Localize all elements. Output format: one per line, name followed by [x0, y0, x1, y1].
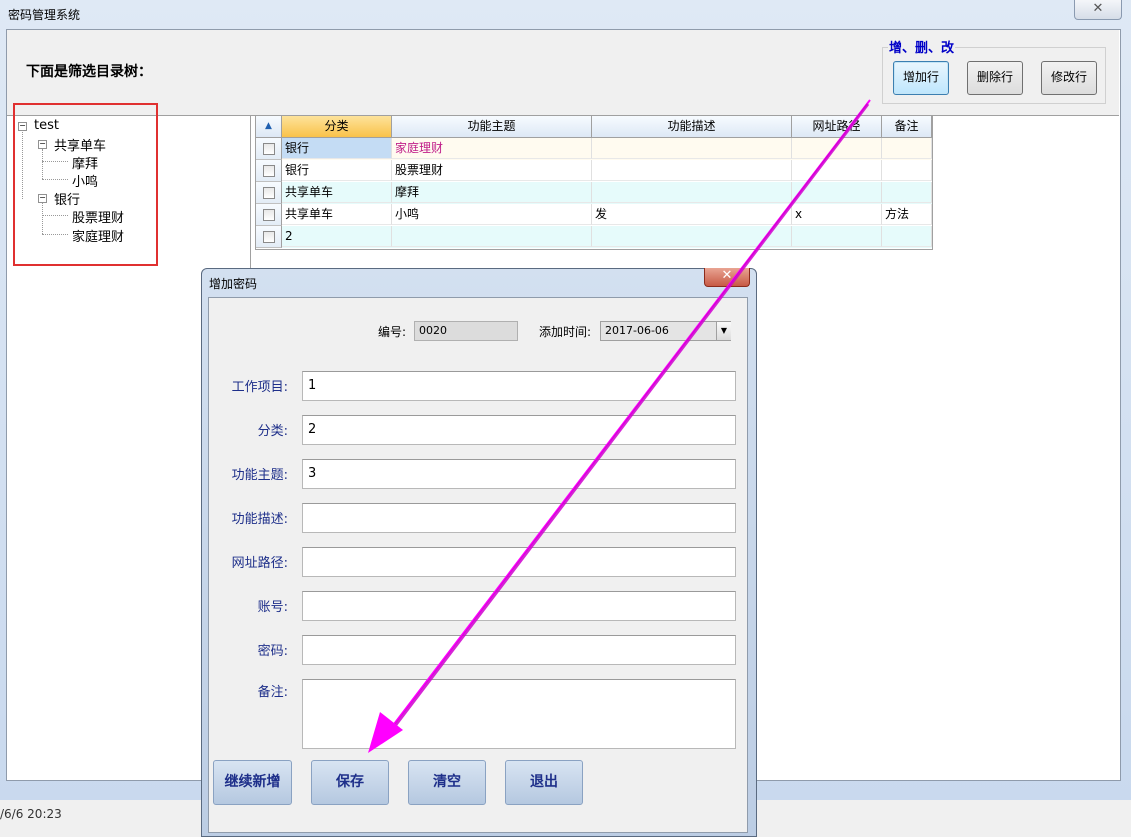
row-header [256, 138, 282, 160]
url-input[interactable] [302, 547, 736, 577]
column-header-url[interactable]: 网址路径 [792, 116, 882, 138]
clear-button[interactable]: 清空 [408, 760, 486, 805]
table-cell[interactable]: 小鸣 [392, 204, 592, 225]
row-checkbox[interactable] [263, 231, 275, 243]
lock-icon: ▲ [256, 116, 282, 138]
dialog-close-button[interactable]: ✕ [704, 268, 750, 287]
topic-input[interactable]: 3 [302, 459, 736, 489]
table-cell[interactable] [592, 182, 792, 203]
note-label: 备注: [257, 685, 288, 700]
password-label: 密码: [257, 644, 288, 659]
column-header-topic[interactable]: 功能主题 [392, 116, 592, 138]
account-input[interactable] [302, 591, 736, 621]
row-header [256, 226, 282, 248]
table-cell[interactable]: 发 [592, 204, 792, 225]
add-time-picker[interactable]: 2017-06-06 [600, 321, 731, 341]
account-label: 账号: [257, 600, 288, 615]
table-row[interactable]: 银行 家庭理财 [256, 138, 932, 160]
row-header [256, 160, 282, 182]
table-cell[interactable]: 银行 [282, 160, 392, 181]
column-header-description[interactable]: 功能描述 [592, 116, 792, 138]
table-row[interactable]: 银行 股票理财 [256, 160, 932, 182]
continue-add-button[interactable]: 继续新增 [213, 760, 292, 805]
window-title: 密码管理系统 [8, 8, 81, 22]
table-cell[interactable] [592, 138, 792, 159]
table-cell[interactable] [792, 138, 882, 159]
data-grid: ▲ 分类 功能主题 功能描述 网址路径 备注 银行 家庭理财 银行 股票理财 共… [255, 115, 933, 250]
description-label: 功能描述: [231, 512, 288, 527]
table-cell[interactable] [792, 226, 882, 247]
tree-heading: 下面是筛选目录树： [26, 64, 152, 80]
add-time-label: 添加时间: [539, 325, 592, 339]
column-header-note[interactable]: 备注 [882, 116, 932, 138]
table-cell[interactable]: 方法 [882, 204, 932, 225]
add-row-button[interactable]: 增加行 [893, 61, 949, 95]
table-cell[interactable] [592, 226, 792, 247]
row-checkbox[interactable] [263, 165, 275, 177]
row-header [256, 204, 282, 226]
table-row[interactable]: 共享单车 小鸣 发 x 方法 [256, 204, 932, 226]
work-item-label: 工作项目: [231, 380, 288, 395]
table-cell[interactable] [882, 138, 932, 159]
password-input[interactable] [302, 635, 736, 665]
table-cell[interactable] [882, 226, 932, 247]
row-header [256, 182, 282, 204]
row-checkbox[interactable] [263, 187, 275, 199]
work-item-input[interactable]: 1 [302, 371, 736, 401]
status-time: /6/6 20:23 [0, 807, 62, 821]
row-checkbox[interactable] [263, 209, 275, 221]
table-cell[interactable]: x [792, 204, 882, 225]
table-cell[interactable]: 共享单车 [282, 204, 392, 225]
edit-row-button[interactable]: 修改行 [1041, 61, 1097, 95]
url-label: 网址路径: [231, 556, 288, 571]
chevron-down-icon[interactable]: ▼ [716, 322, 731, 340]
topic-label: 功能主题: [231, 468, 288, 483]
window-close-button[interactable]: ✕ [1074, 0, 1122, 20]
save-button[interactable]: 保存 [311, 760, 389, 805]
delete-row-button[interactable]: 删除行 [967, 61, 1023, 95]
table-cell[interactable]: 银行 [282, 138, 392, 159]
id-field: 0020 [414, 321, 518, 341]
exit-button[interactable]: 退出 [505, 760, 583, 805]
table-cell[interactable]: 2 [282, 226, 392, 247]
table-cell[interactable]: 摩拜 [392, 182, 592, 203]
category-label: 分类: [257, 424, 288, 439]
table-row[interactable]: 2 [256, 226, 932, 248]
table-cell[interactable] [792, 182, 882, 203]
table-cell[interactable] [882, 182, 932, 203]
row-checkbox[interactable] [263, 143, 275, 155]
description-input[interactable] [302, 503, 736, 533]
table-row[interactable]: 共享单车 摩拜 [256, 182, 932, 204]
table-cell[interactable] [392, 226, 592, 247]
table-cell[interactable]: 共享单车 [282, 182, 392, 203]
table-cell[interactable] [882, 160, 932, 181]
category-input[interactable]: 2 [302, 415, 736, 445]
table-cell[interactable]: 股票理财 [392, 160, 592, 181]
table-cell[interactable] [792, 160, 882, 181]
dialog-title: 增加密码 [209, 277, 258, 291]
table-cell[interactable] [592, 160, 792, 181]
column-header-category[interactable]: 分类 [282, 116, 392, 138]
note-textarea[interactable] [302, 679, 736, 749]
edit-group-title: 增、删、改 [888, 37, 956, 56]
annotation-highlight-box [13, 103, 158, 266]
table-cell[interactable]: 家庭理财 [392, 138, 592, 159]
id-label: 编号: [378, 325, 407, 339]
